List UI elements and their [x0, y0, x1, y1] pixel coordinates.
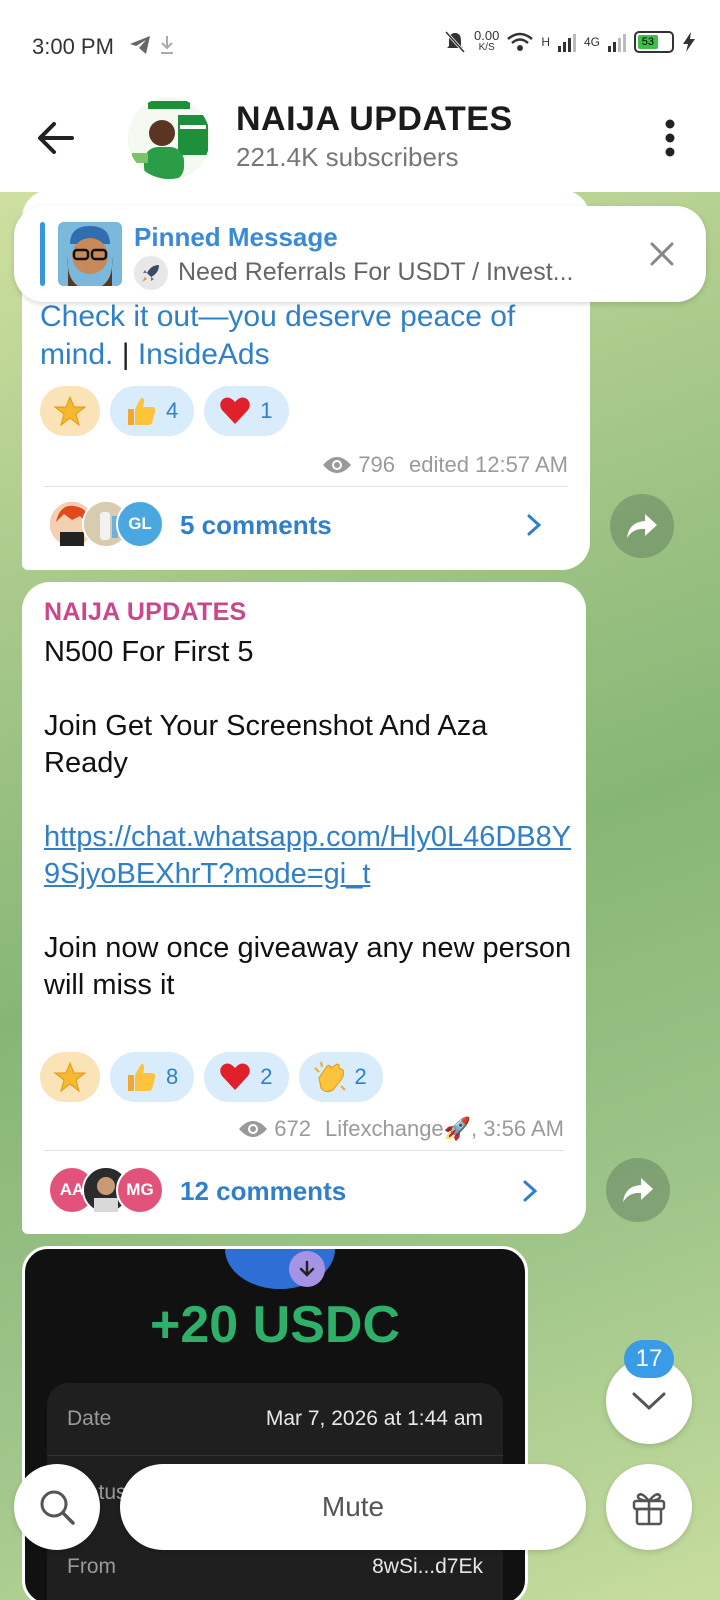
channel-header: NAIJA UPDATES 221.4K subscribers	[0, 92, 720, 192]
mute-button[interactable]: Mute	[120, 1464, 586, 1550]
heart-icon	[220, 397, 251, 424]
arrow-down-icon	[289, 1251, 325, 1287]
reactions-row: 4 1	[40, 386, 289, 436]
divider	[44, 486, 568, 487]
channel-avatar[interactable]	[128, 97, 210, 179]
reaction-thumbs-up[interactable]: 4	[110, 386, 195, 436]
thumbs-up-icon	[128, 397, 156, 425]
avatar: MG	[116, 1166, 164, 1214]
chevron-right-icon	[523, 1180, 538, 1202]
wifi-icon	[507, 32, 534, 51]
reaction-star[interactable]	[40, 386, 100, 436]
rocket-icon	[134, 256, 168, 290]
signal-2: 4G	[583, 35, 600, 49]
comment-avatars: AA MG	[44, 1166, 164, 1216]
search-button[interactable]	[14, 1464, 100, 1550]
unread-badge: 17	[624, 1340, 674, 1378]
view-count: 796	[358, 452, 395, 477]
pinned-thumbnail	[58, 222, 122, 286]
insideads-link[interactable]: InsideAds	[138, 338, 270, 371]
views-eye-icon	[323, 457, 352, 473]
message-meta: 796 edited 12:57 AM	[322, 452, 568, 478]
message-text: Check it out—you deserve peace of mind. …	[40, 300, 516, 371]
channel-title[interactable]: NAIJA UPDATES	[236, 100, 513, 139]
gift-button[interactable]	[606, 1464, 692, 1550]
message-bubble[interactable]: NAIJA UPDATES N500 For First 5 Join Get …	[22, 582, 586, 1234]
message-meta: 672 Lifexchange🚀, 3:56 AM	[238, 1116, 564, 1142]
edited-time: edited 12:57 AM	[408, 452, 568, 477]
comments-label: 12 comments	[180, 1175, 347, 1206]
comments-button[interactable]: GL 5 comments	[44, 500, 568, 550]
more-options-button[interactable]	[664, 118, 676, 158]
reaction-star[interactable]	[40, 1052, 100, 1102]
signal-icon-2	[608, 34, 626, 52]
pinned-message-bar[interactable]: Pinned Message Need Referrals For USDT /…	[14, 206, 706, 302]
reactions-row: 8 2 2	[40, 1052, 383, 1102]
gift-icon	[632, 1493, 666, 1526]
share-button[interactable]	[610, 494, 674, 558]
pinned-text: Need Referrals For USDT / Invest...	[178, 258, 574, 286]
message-text: N500 For First 5 Join Get Your Screensho…	[44, 634, 574, 1004]
back-arrow-icon	[38, 122, 74, 154]
chevron-right-icon	[527, 514, 542, 536]
message-author[interactable]: NAIJA UPDATES	[44, 598, 247, 627]
star-icon	[53, 395, 87, 427]
divider	[47, 1455, 503, 1456]
reaction-clapping[interactable]: 2	[298, 1052, 383, 1102]
comments-button[interactable]: AA MG 12 comments	[44, 1166, 564, 1216]
comments-label: 5 comments	[180, 509, 332, 540]
back-button[interactable]	[32, 114, 80, 162]
receipt-row: Date Mar 7, 2026 at 1:44 am	[67, 1407, 483, 1430]
charging-icon	[683, 32, 695, 52]
subscriber-count: 221.4K subscribers	[236, 142, 459, 172]
pinned-title: Pinned Message	[134, 222, 338, 252]
views-eye-icon	[239, 1121, 268, 1137]
whatsapp-link[interactable]: https://chat.whatsapp.com/Hly0L46DB8Y9Sj…	[44, 819, 574, 893]
thumbs-up-icon	[128, 1063, 156, 1091]
message-link-text[interactable]: Check it out—you deserve peace of mind.	[40, 300, 515, 371]
pinned-indicator	[40, 222, 45, 286]
reaction-heart[interactable]: 2	[204, 1052, 289, 1102]
author-signature: Lifexchange🚀, 3:56 AM	[325, 1116, 564, 1141]
reaction-thumbs-up[interactable]: 8	[110, 1052, 195, 1102]
share-button[interactable]	[606, 1158, 670, 1222]
close-pinned-button[interactable]	[640, 232, 684, 276]
status-bar: 3:00 PM 0.00 K/S H 4G 53	[0, 0, 720, 92]
share-arrow-icon	[627, 514, 657, 538]
receipt-row: From 8wSi...d7Ek	[67, 1555, 483, 1578]
status-right: 0.00 K/S H 4G 53	[444, 28, 696, 54]
search-icon	[40, 1490, 75, 1525]
reaction-heart[interactable]: 1	[204, 386, 289, 436]
close-icon	[650, 242, 674, 266]
battery-icon: 53	[634, 31, 674, 53]
comment-avatars: GL	[44, 500, 164, 550]
signal-1: H	[541, 35, 550, 49]
clapping-hands-icon	[313, 1061, 346, 1093]
status-time: 3:00 PM	[32, 34, 114, 59]
share-arrow-icon	[623, 1178, 653, 1202]
net-speed: 0.00 K/S	[474, 28, 500, 53]
mute-bell-icon	[444, 30, 466, 54]
view-count: 672	[274, 1116, 312, 1141]
star-icon	[53, 1061, 87, 1093]
more-vertical-icon	[665, 119, 675, 157]
chevron-down-icon	[632, 1392, 666, 1411]
telegram-notification-icon	[128, 34, 176, 62]
avatar: GL	[116, 500, 164, 548]
receipt-amount: +20 USDC	[150, 1296, 400, 1354]
heart-icon	[220, 1063, 251, 1090]
signal-icon	[557, 34, 576, 52]
download-icon	[160, 36, 173, 54]
divider	[44, 1150, 564, 1151]
